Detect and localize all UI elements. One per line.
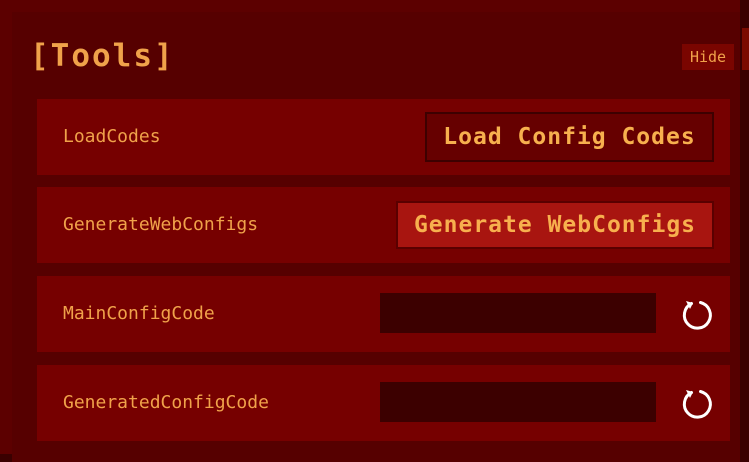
row-generate-web-configs: GenerateWebConfigs Generate WebConfigs bbox=[37, 187, 730, 263]
reset-icon[interactable] bbox=[680, 386, 714, 420]
load-config-codes-button[interactable]: Load Config Codes bbox=[425, 112, 714, 162]
scrollbar-track[interactable] bbox=[740, 0, 749, 454]
generate-webconfigs-button[interactable]: Generate WebConfigs bbox=[396, 201, 714, 249]
main-config-code-input[interactable] bbox=[380, 293, 656, 333]
hide-button[interactable]: Hide bbox=[682, 44, 734, 70]
tools-window: [Tools] Hide LoadCodes Load Config Codes… bbox=[0, 0, 749, 462]
row-generated-config-code: GeneratedConfigCode bbox=[37, 365, 730, 441]
row-main-config-code: MainConfigCode bbox=[37, 276, 730, 352]
panel-title: [Tools] bbox=[30, 38, 175, 74]
reset-icon[interactable] bbox=[680, 297, 714, 331]
row-label-load-codes: LoadCodes bbox=[63, 126, 161, 147]
row-label-generate-web-configs: GenerateWebConfigs bbox=[63, 214, 259, 235]
row-label-main-config-code: MainConfigCode bbox=[63, 303, 215, 324]
generated-config-code-input[interactable] bbox=[380, 382, 656, 422]
row-label-generated-config-code: GeneratedConfigCode bbox=[63, 392, 269, 413]
row-load-codes: LoadCodes Load Config Codes bbox=[37, 99, 730, 175]
scrollbar-thumb[interactable] bbox=[742, 28, 749, 70]
